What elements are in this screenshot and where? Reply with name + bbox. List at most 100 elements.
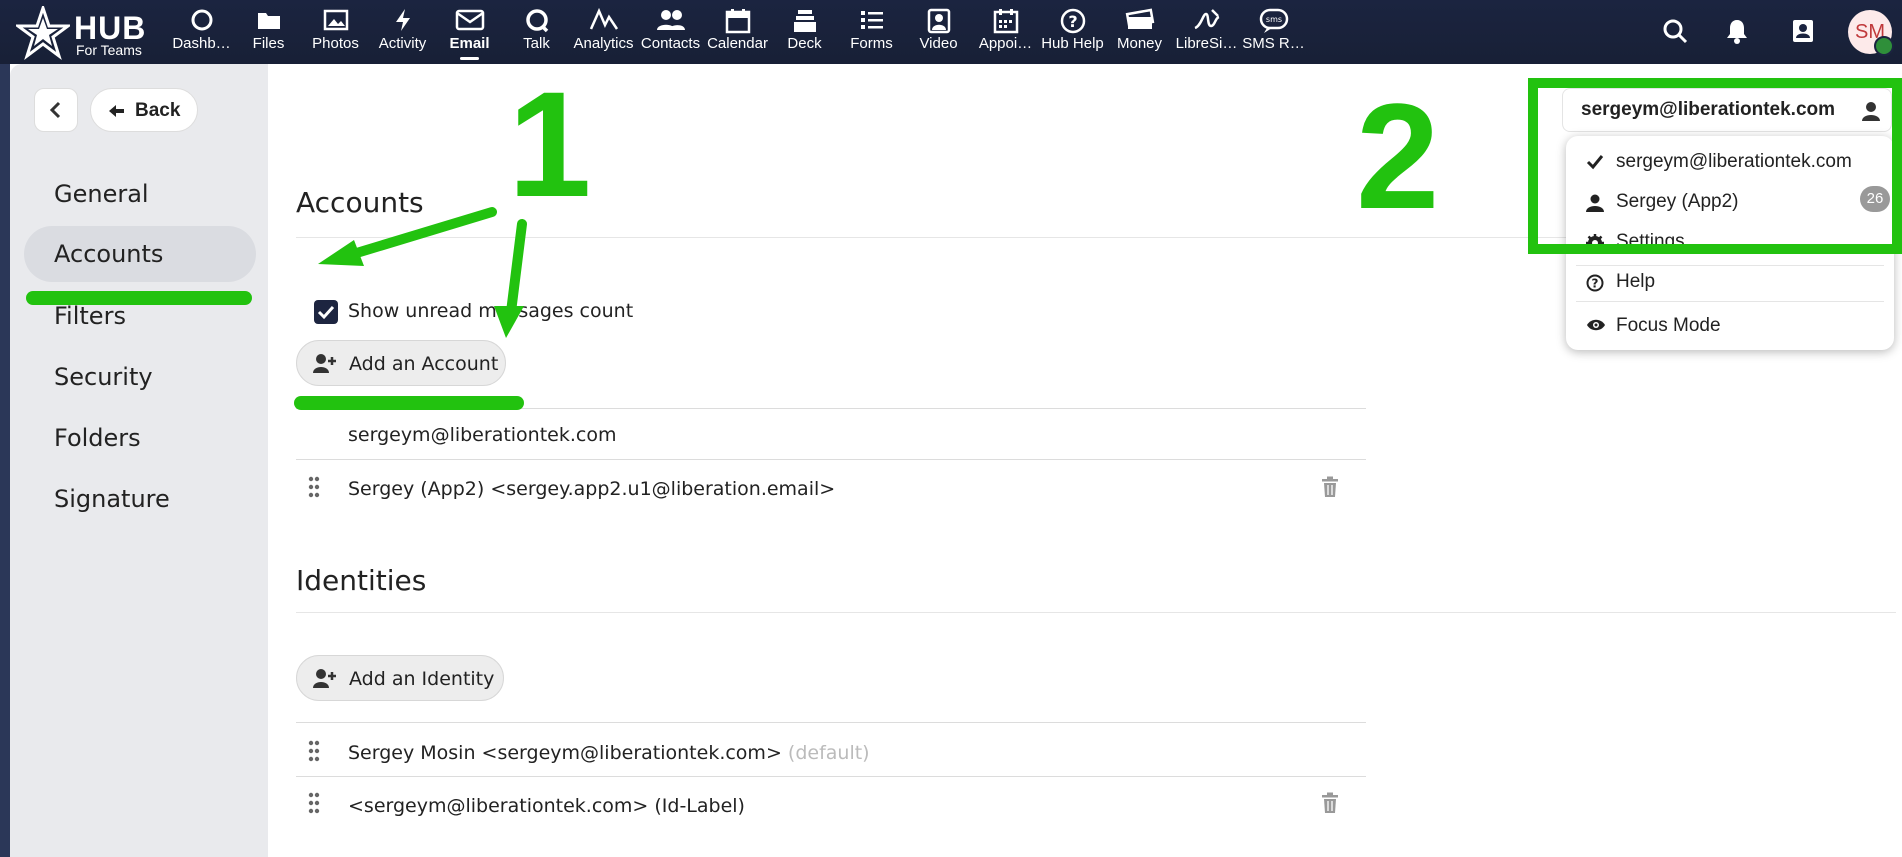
account-row-primary[interactable]: sergeym@liberationtek.com [348,424,617,446]
star-logo-icon [16,6,70,60]
hub-logo[interactable]: HUB For Teams [16,4,156,60]
online-status-dot [1874,36,1894,56]
menu-item-focus-mode[interactable]: Focus Mode [1586,308,1886,344]
deck-icon [793,10,816,32]
libresign-icon [1193,9,1220,30]
app-dashboard[interactable]: Dashb… [168,0,235,64]
app-calendar[interactable]: Calendar [704,0,771,64]
identities-section-title: Identities [296,564,427,597]
background-strip [0,64,10,857]
add-identity-label: Add an Identity [349,668,495,690]
row-divider [296,776,1366,777]
show-unread-checkbox[interactable] [314,300,338,324]
menu-item-help[interactable]: ? Help [1586,264,1886,300]
app-photos[interactable]: Photos [302,0,369,64]
annotation-step-2: 2 [1356,72,1440,240]
search-icon[interactable] [1662,18,1688,44]
app-label: Appoi… [978,35,1033,52]
row-divider [296,722,1366,723]
app-label: SMS R… [1242,35,1305,52]
sidebar-item-signature[interactable]: Signature [24,471,256,527]
app-label: LibreSi… [1175,35,1238,52]
add-identity-button[interactable]: Add an Identity [296,655,504,701]
app-contacts[interactable]: Contacts [637,0,704,64]
trash-icon[interactable] [1320,476,1340,498]
drag-handle-icon[interactable] [308,792,320,814]
app-files[interactable]: Files [235,0,302,64]
app-email[interactable]: Email [436,0,503,64]
image-icon [323,9,348,31]
settings-sidebar: Back General Accounts Filters Security F… [10,64,268,857]
sidebar-item-security[interactable]: Security [24,349,256,405]
folder-icon [257,13,280,29]
app-activity[interactable]: Activity [369,0,436,64]
app-analytics[interactable]: Analytics [570,0,637,64]
app-label: Deck [787,35,822,52]
default-tag: (default) [787,742,870,764]
brand-tagline: For Teams [76,42,142,58]
menu-item-label: Focus Mode [1616,315,1721,336]
calendar-icon [725,9,750,34]
help-circle-icon: ? [1586,274,1604,292]
bolt-icon [395,9,410,31]
drag-handle-icon[interactable] [308,740,320,762]
annotation-box-account-menu [1528,78,1902,254]
annotation-underline-accounts [26,291,252,305]
svg-text:?: ? [1068,12,1077,31]
annotation-step-1: 1 [508,60,592,228]
video-icon [927,8,950,34]
sidebar-item-accounts[interactable]: Accounts [24,226,256,282]
bell-icon[interactable] [1724,18,1750,44]
identity-row-default[interactable]: Sergey Mosin <sergeym@liberationtek.com>… [348,742,870,764]
menu-separator [1576,301,1884,302]
arrow-left-icon [109,105,124,117]
app-video[interactable]: Video [905,0,972,64]
sidebar-item-folders[interactable]: Folders [24,410,256,466]
show-unread-label[interactable]: Show unread messages count [348,300,633,322]
contacts-menu-icon[interactable] [1790,18,1816,44]
section-divider [296,612,1896,613]
svg-text:?: ? [1592,277,1599,291]
app-money[interactable]: Money [1106,0,1173,64]
app-label: Files [252,35,285,52]
collapse-sidebar-button[interactable] [34,88,78,132]
app-navigation: Dashb… Files Photos Activity Email Talk … [168,0,1307,64]
sidebar-item-general[interactable]: General [24,166,256,222]
add-user-icon [313,669,336,688]
contacts-icon [656,10,685,30]
app-hub-help[interactable]: ? Hub Help [1039,0,1106,64]
add-account-button[interactable]: Add an Account [296,340,506,386]
app-label: Activity [378,35,427,52]
app-forms[interactable]: Forms [838,0,905,64]
app-appointments[interactable]: Appoi… [972,0,1039,64]
checkmark-icon [317,305,335,320]
identity-text: Sergey Mosin <sergeym@liberationtek.com> [348,742,782,764]
talk-icon [525,9,548,33]
account-row-secondary[interactable]: Sergey (App2) <sergey.app2.u1@liberation… [348,478,835,500]
app-deck[interactable]: Deck [771,0,838,64]
app-label: Video [919,35,958,52]
svg-text:sms: sms [1265,15,1281,24]
chevron-left-icon [49,101,61,119]
app-label: Analytics [573,35,634,52]
app-talk[interactable]: Talk [503,0,570,64]
app-label: Calendar [707,35,768,52]
identity-row-label[interactable]: <sergeym@liberationtek.com> (Id-Label) [348,795,745,817]
back-button[interactable]: Back [90,88,198,132]
trash-icon[interactable] [1320,792,1340,814]
app-label: Hub Help [1041,35,1104,52]
app-label: Talk [523,35,550,52]
accounts-section-title: Accounts [296,186,424,219]
analytics-icon [589,8,618,30]
drag-handle-icon[interactable] [308,476,320,498]
add-user-icon [313,354,336,373]
app-sms[interactable]: sms SMS R… [1240,0,1307,64]
app-label: Dashb… [172,35,231,52]
app-libresign[interactable]: LibreSi… [1173,0,1240,64]
forms-icon [860,11,883,29]
sms-icon: sms [1259,8,1288,33]
user-avatar[interactable]: SM [1848,10,1894,56]
top-app-bar: HUB For Teams Dashb… Files Photos Activi… [0,0,1902,64]
appointments-icon [993,9,1018,34]
app-label: Forms [850,35,893,52]
